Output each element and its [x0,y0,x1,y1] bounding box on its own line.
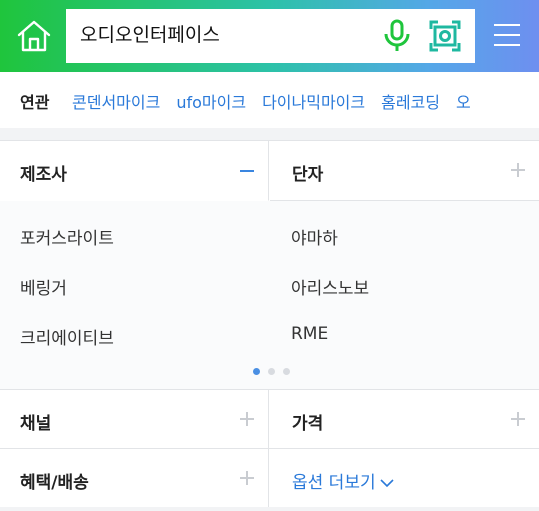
expand-icon [240,412,254,426]
voice-search-button[interactable] [382,19,412,53]
related-keyword[interactable]: 오 [456,93,471,112]
lens-camera-icon [429,20,461,52]
more-options-link[interactable]: 옵션 더보기 [292,468,394,493]
filter-tab-title: 가격 [292,414,324,434]
filter-tab-benefit[interactable]: 혜택/배송 [0,449,269,507]
expand-icon [240,471,254,485]
filter-option[interactable]: 크리에이티브 [20,324,114,349]
related-keyword[interactable]: 콘덴서마이크 [72,93,160,112]
more-options-cell[interactable]: 옵션 더보기 [270,449,539,507]
filter-tab-title: 혜택/배송 [20,473,89,493]
microphone-icon [384,19,410,51]
filter-panel: 제조사 단자 포커스라이트 베링거 크리에이티브 야마하 아리스노보 RME 채… [0,140,539,507]
filter-tab-title: 제조사 [20,165,67,185]
related-keyword[interactable]: 홈레코딩 [381,93,440,112]
expand-icon [511,163,525,177]
home-button[interactable] [14,18,54,56]
manufacturer-options: 포커스라이트 베링거 크리에이티브 야마하 아리스노보 RME [0,201,539,389]
page-indicator [253,368,293,376]
related-keyword[interactable]: ufo마이크 [176,93,246,112]
filter-tab-terminal[interactable]: 단자 [270,141,539,201]
page-dot[interactable] [253,368,260,375]
filter-tab-title: 단자 [292,165,324,185]
search-input[interactable]: 오디오인터페이스 [66,9,475,63]
filter-option[interactable]: 야마하 [291,224,338,249]
hamburger-menu-icon [494,24,520,46]
filter-row: 혜택/배송 옵션 더보기 [0,448,539,507]
search-header: 오디오인터페이스 [0,0,539,72]
related-keyword-list: 콘덴서마이크 ufo마이크 다이나믹마이크 홈레코딩 오 [72,89,487,113]
related-keyword[interactable]: 다이나믹마이크 [262,93,365,112]
home-icon [17,20,51,52]
chevron-down-icon [380,479,394,488]
related-keywords-bar: 연관 콘덴서마이크 ufo마이크 다이나믹마이크 홈레코딩 오 [0,72,539,128]
filter-option[interactable]: 포커스라이트 [20,224,114,249]
page-dot[interactable] [283,368,290,375]
related-label: 연관 [20,93,50,112]
search-query-text: 오디오인터페이스 [80,24,220,46]
expand-icon [511,412,525,426]
filter-option[interactable]: 베링거 [20,274,67,299]
filter-tab-manufacturer[interactable]: 제조사 [0,141,269,201]
filter-tab-title: 채널 [20,414,52,434]
filter-tab-channel[interactable]: 채널 [0,390,269,448]
filter-option[interactable]: RME [291,324,328,344]
collapse-icon [240,170,254,172]
lens-search-button[interactable] [428,19,462,53]
filter-option[interactable]: 아리스노보 [291,274,369,299]
filter-tab-price[interactable]: 가격 [270,390,539,448]
filter-row: 채널 가격 [0,389,539,448]
more-options-label: 옵션 더보기 [292,473,376,493]
menu-button[interactable] [492,22,522,48]
page-dot[interactable] [268,368,275,375]
